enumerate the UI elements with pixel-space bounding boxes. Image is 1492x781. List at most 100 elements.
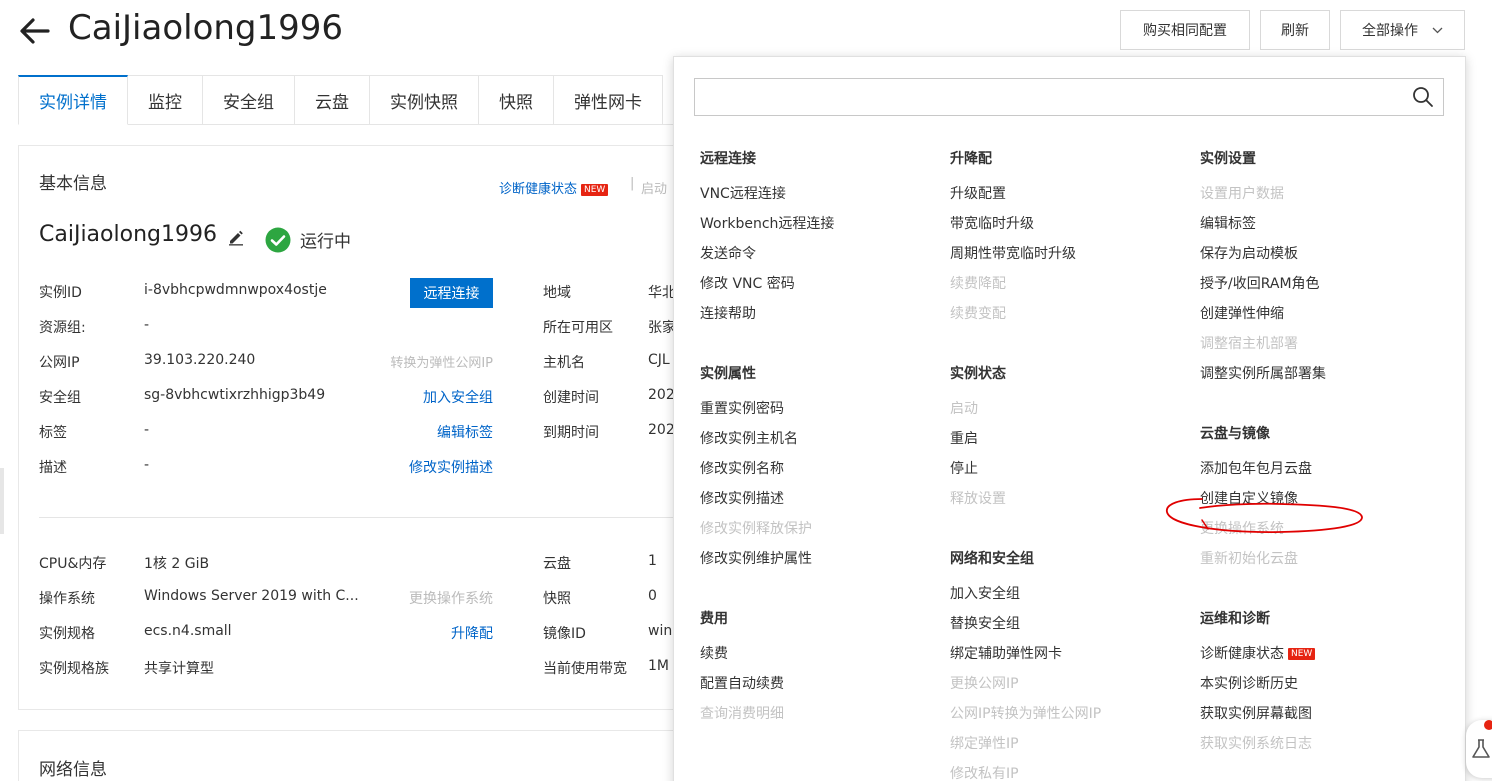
menu-item[interactable]: 获取实例屏幕截图 [1200,703,1312,723]
remote-connect-button[interactable]: 远程连接 [410,278,493,308]
edit-description-link[interactable]: 修改实例描述 [409,457,493,477]
expire-time-label: 到期时间 [543,425,599,441]
menu-item[interactable]: 连接帮助 [700,303,756,323]
region-label: 地域 [543,285,571,301]
upgrade-downgrade-link[interactable]: 升降配 [451,623,493,643]
menu-item[interactable]: 升级配置 [950,183,1006,203]
edit-pencil-icon[interactable] [227,228,245,246]
menu-item[interactable]: 创建弹性伸缩 [1200,303,1284,323]
menu-item-label: 绑定辅助弹性网卡 [950,646,1062,662]
menu-item[interactable]: VNC远程连接 [700,183,786,203]
instance-tabs: 实例详情 监控 安全组 云盘 实例快照 快照 弹性网卡 [18,75,678,125]
menu-item[interactable]: 修改实例维护属性 [700,548,812,568]
menu-item[interactable]: 周期性带宽临时升级 [950,243,1076,263]
lab-float-button[interactable] [1466,720,1492,778]
menu-item-label: 修改实例主机名 [700,431,798,447]
menu-item[interactable]: 加入安全组 [950,583,1020,603]
menu-group-title: 运维和诊断 [1200,611,1270,627]
menu-item: 获取实例系统日志 [1200,733,1312,753]
menu-item-label: 重置实例密码 [700,401,784,417]
menu-item-label: 获取实例系统日志 [1200,736,1312,752]
convert-to-eip-link[interactable]: 转换为弹性公网IP [390,352,493,371]
all-actions-dropdown-button[interactable]: 全部操作 [1340,10,1465,50]
menu-item[interactable]: 诊断健康状态 NEW [1200,643,1316,663]
menu-item-label: VNC远程连接 [700,186,786,202]
menu-item-label: 获取实例屏幕截图 [1200,706,1312,722]
created-time-label: 创建时间 [543,390,599,406]
bandwidth-label: 当前使用带宽 [543,661,627,677]
menu-item[interactable]: 授予/收回RAM角色 [1200,273,1320,293]
tab-monitoring[interactable]: 监控 [128,75,203,125]
tab-instance-details[interactable]: 实例详情 [18,75,128,125]
menu-item-label: 发送命令 [700,246,756,262]
tab-snapshots[interactable]: 快照 [479,75,554,125]
menu-item-label: 重新初始化云盘 [1200,551,1298,567]
back-arrow-icon[interactable] [18,14,52,48]
menu-item[interactable]: Workbench远程连接 [700,213,834,233]
menu-item[interactable]: 修改实例描述 [700,488,784,508]
change-os-link[interactable]: 更换操作系统 [409,588,493,608]
menu-item[interactable]: 替换安全组 [950,613,1020,633]
diagnose-health-label: 诊断健康状态 [499,182,578,197]
menu-item: 调整宿主机部署 [1200,333,1298,353]
hostname-value: CJL [648,352,670,368]
menu-item-label: 修改实例名称 [700,461,784,477]
instance-id-value: i-8vbhcpwdmnwpox4ostje [144,282,327,298]
menu-item[interactable]: 绑定辅助弹性网卡 [950,643,1062,663]
menu-item[interactable]: 配置自动续费 [700,673,784,693]
tags-value: - [144,422,150,438]
edit-tags-link[interactable]: 编辑标签 [437,422,493,442]
menu-item[interactable]: 重启 [950,428,978,448]
menu-item: 查询消费明细 [700,703,784,723]
menu-group-title: 实例属性 [700,366,756,382]
menu-item-label: 连接帮助 [700,306,756,322]
menu-item[interactable]: 发送命令 [700,243,756,263]
side-drawer-handle[interactable] [0,468,4,534]
instance-type-value-link[interactable]: ecs.n4.small [144,623,232,639]
refresh-button[interactable]: 刷新 [1260,10,1330,50]
menu-item: 公网IP转换为弹性公网IP [950,703,1101,723]
join-security-group-link[interactable]: 加入安全组 [423,387,493,407]
menu-item-label: 修改 VNC 密码 [700,276,795,292]
menu-item-label: 添加包年包月云盘 [1200,461,1312,477]
menu-group-title: 实例状态 [950,366,1006,382]
menu-item[interactable]: 本实例诊断历史 [1200,673,1298,693]
menu-item[interactable]: 保存为启动模板 [1200,243,1298,263]
instance-name: CaiJiaolong1996 [39,222,217,247]
security-group-value-link[interactable]: sg-8vbhcwtixrzhhigp3b49 [144,387,325,403]
menu-item[interactable]: 停止 [950,458,978,478]
menu-item[interactable]: 续费 [700,643,728,663]
diagnose-health-link[interactable]: 诊断健康状态 NEW [499,178,609,197]
menu-item: 更换公网IP [950,673,1019,693]
menu-group-title: 升降配 [950,151,992,167]
buy-same-config-button[interactable]: 购买相同配置 [1120,10,1250,50]
menu-item[interactable]: 添加包年包月云盘 [1200,458,1312,478]
menu-item[interactable]: 修改实例名称 [700,458,784,478]
menu-item-label: 设置用户数据 [1200,186,1284,202]
start-link[interactable]: 启动 [641,178,667,197]
disks-count-link[interactable]: 1 [648,553,657,569]
tab-elastic-nic[interactable]: 弹性网卡 [554,75,663,125]
tab-instance-snapshots[interactable]: 实例快照 [370,75,479,125]
menu-item[interactable]: 重置实例密码 [700,398,784,418]
tab-cloud-disks[interactable]: 云盘 [295,75,370,125]
tab-security-groups[interactable]: 安全组 [203,75,295,125]
search-button[interactable] [1403,78,1444,116]
flask-icon [1472,739,1490,758]
resource-group-label: 资源组: [39,320,86,336]
menu-group-title: 实例设置 [1200,151,1256,167]
menu-item-label: 带宽临时升级 [950,216,1034,232]
menu-item[interactable]: 编辑标签 [1200,213,1256,233]
os-label: 操作系统 [39,591,95,607]
menu-item-label: 升级配置 [950,186,1006,202]
menu-item[interactable]: 带宽临时升级 [950,213,1034,233]
actions-search-input[interactable] [694,78,1404,116]
menu-item-label: 加入安全组 [950,586,1020,602]
menu-item-label: 续费变配 [950,306,1006,322]
menu-item[interactable]: 修改 VNC 密码 [700,273,795,293]
status-text: 运行中 [300,232,351,252]
menu-item[interactable]: 修改实例主机名 [700,428,798,448]
menu-item[interactable]: 调整实例所属部署集 [1200,363,1326,383]
snapshots-count-link[interactable]: 0 [648,588,657,604]
menu-item: 重新初始化云盘 [1200,548,1298,568]
